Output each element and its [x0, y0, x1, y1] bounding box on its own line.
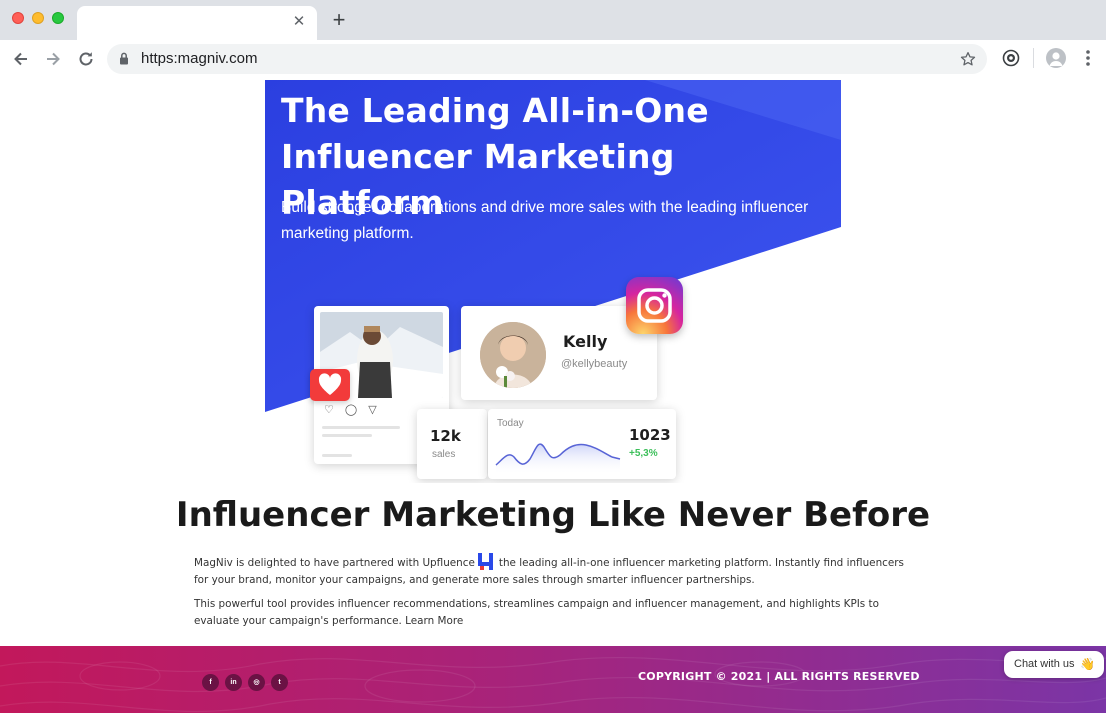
wave-icon: 👋 — [1080, 657, 1095, 671]
extension-icon[interactable] — [1001, 48, 1021, 73]
profile-handle: @kellybeauty — [561, 358, 628, 370]
today-label: Today — [497, 418, 524, 429]
copyright-text: COPYRIGHT © 2021 | ALL RIGHTS RESERVED — [638, 670, 920, 683]
today-value: 1023 — [629, 426, 671, 444]
post-text-line — [322, 426, 400, 429]
forward-icon[interactable] — [43, 49, 63, 69]
today-card: Today 1023 +5,3% — [488, 409, 676, 479]
lock-icon — [119, 52, 129, 70]
linkedin-icon[interactable]: in — [225, 674, 242, 691]
toolbar-divider — [1033, 48, 1034, 68]
hero-title-line1: The Leading All-in-One — [281, 91, 709, 130]
bookmark-star-icon[interactable] — [959, 50, 977, 73]
back-icon[interactable] — [11, 49, 31, 69]
post-action-icons: ♡ ◯ ▽ — [324, 404, 381, 416]
page-headline: Influencer Marketing Like Never Before — [175, 495, 931, 535]
footer-pattern — [0, 656, 1106, 713]
hero-subtitle: Build stronger collaborations and drive … — [281, 199, 809, 242]
profile-avatar-icon[interactable] — [1046, 48, 1066, 68]
address-bar[interactable]: https:magniv.com — [107, 44, 987, 74]
url-text: https:magniv.com — [141, 50, 258, 67]
instagram-icon[interactable]: ◎ — [248, 674, 265, 691]
chat-label: Chat with us — [1014, 658, 1075, 670]
post-text-line — [322, 454, 352, 457]
browser-toolbar: https:magniv.com — [0, 40, 1106, 78]
new-tab-button[interactable]: + — [330, 9, 348, 31]
hero-banner: The Leading All-in-One Influencer Market… — [265, 80, 841, 483]
learn-more-link[interactable]: Learn More — [405, 615, 463, 627]
tool-paragraph: This powerful tool provides influencer r… — [194, 596, 906, 630]
profile-photo — [480, 322, 546, 388]
twitter-icon[interactable]: t — [271, 674, 288, 691]
tab-bar: ✕ + — [0, 0, 1106, 40]
profile-name: Kelly — [563, 332, 608, 351]
close-window-button[interactable] — [12, 12, 24, 24]
sales-card: 12k sales — [417, 409, 487, 479]
maximize-window-button[interactable] — [52, 12, 64, 24]
tool-text: This powerful tool provides influencer r… — [194, 598, 879, 627]
today-change: +5,3% — [629, 448, 658, 459]
post-text-line — [322, 434, 372, 437]
browser-menu-icon[interactable] — [1082, 48, 1094, 68]
sales-value: 12k — [430, 427, 461, 445]
reload-icon[interactable] — [76, 49, 96, 69]
browser-tab[interactable]: ✕ — [77, 6, 317, 40]
sales-label: sales — [432, 449, 456, 460]
today-sparkline — [495, 443, 621, 475]
chat-button[interactable]: Chat with us 👋 — [1004, 651, 1104, 678]
heart-icon — [310, 369, 350, 401]
intro-text-before: MagNiv is delighted to have partnered wi… — [194, 557, 475, 569]
footer: f in ◎ t COPYRIGHT © 2021 | ALL RIGHTS R… — [0, 646, 1106, 713]
instagram-logo-icon — [626, 277, 683, 334]
facebook-icon[interactable]: f — [202, 674, 219, 691]
minimize-window-button[interactable] — [32, 12, 44, 24]
upfluence-logo-icon — [477, 553, 496, 570]
close-tab-icon[interactable]: ✕ — [291, 14, 307, 30]
intro-paragraph: MagNiv is delighted to have partnered wi… — [194, 553, 906, 589]
